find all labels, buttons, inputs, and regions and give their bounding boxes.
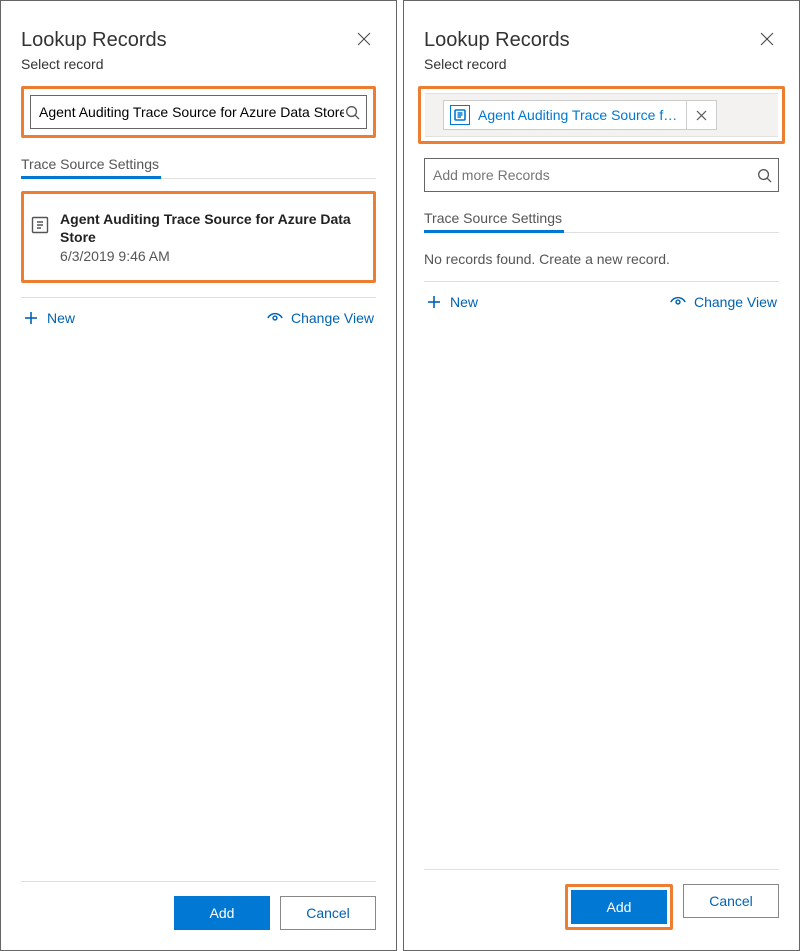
no-records-text: No records found. Create a new record. <box>424 251 779 267</box>
cancel-button[interactable]: Cancel <box>280 896 376 930</box>
section-label: Trace Source Settings <box>424 210 779 226</box>
chip-highlight: Agent Auditing Trace Source for … <box>418 86 785 144</box>
close-icon <box>357 32 371 46</box>
new-label: New <box>47 310 75 326</box>
actions-row: New Change View <box>424 281 779 320</box>
chip-remove-button[interactable] <box>686 101 716 129</box>
dialog-title: Lookup Records <box>21 29 376 52</box>
section-underline <box>424 232 779 233</box>
add-highlight: Add <box>565 884 673 930</box>
change-view-label: Change View <box>291 310 374 326</box>
plus-icon <box>426 294 442 310</box>
search-input[interactable] <box>39 104 344 120</box>
add-button[interactable]: Add <box>174 896 270 930</box>
result-row[interactable]: Agent Auditing Trace Source for Azure Da… <box>30 200 367 274</box>
new-label: New <box>450 294 478 310</box>
lookup-panel-right: Lookup Records Select record Agent Audit… <box>403 0 800 951</box>
close-icon <box>696 110 707 121</box>
selected-record-chip[interactable]: Agent Auditing Trace Source for … <box>443 100 717 130</box>
cancel-button[interactable]: Cancel <box>683 884 779 918</box>
dialog-subtitle: Select record <box>21 56 376 72</box>
record-type-icon <box>30 214 50 236</box>
lookup-panel-left: Lookup Records Select record Trace Sourc… <box>0 0 397 951</box>
section-underline <box>21 178 376 179</box>
dialog-subtitle: Select record <box>424 56 779 72</box>
change-view-button[interactable]: Change View <box>267 310 374 326</box>
result-title: Agent Auditing Trace Source for Azure Da… <box>60 210 361 246</box>
eye-icon <box>267 310 283 326</box>
change-view-label: Change View <box>694 294 777 310</box>
close-icon <box>760 32 774 46</box>
search-field[interactable] <box>424 158 779 192</box>
search-icon[interactable] <box>756 167 772 183</box>
search-highlight <box>21 86 376 138</box>
dialog-footer: Add Cancel <box>424 869 779 930</box>
dialog-footer: Add Cancel <box>21 881 376 930</box>
actions-row: New Change View <box>21 297 376 336</box>
eye-icon <box>670 294 686 310</box>
selected-chip-bar: Agent Auditing Trace Source for … <box>425 93 778 137</box>
search-icon[interactable] <box>344 104 360 120</box>
record-type-icon <box>450 105 470 125</box>
search-field[interactable] <box>30 95 367 129</box>
new-button[interactable]: New <box>426 294 478 310</box>
plus-icon <box>23 310 39 326</box>
add-button[interactable]: Add <box>571 890 667 924</box>
change-view-button[interactable]: Change View <box>670 294 777 310</box>
dialog-title: Lookup Records <box>424 29 779 52</box>
result-subtitle: 6/3/2019 9:46 AM <box>60 248 361 264</box>
section-label: Trace Source Settings <box>21 156 376 172</box>
chip-label: Agent Auditing Trace Source for … <box>478 107 678 123</box>
search-input[interactable] <box>433 167 756 183</box>
new-button[interactable]: New <box>23 310 75 326</box>
result-highlight: Agent Auditing Trace Source for Azure Da… <box>21 191 376 283</box>
close-button[interactable] <box>753 25 781 53</box>
close-button[interactable] <box>350 25 378 53</box>
